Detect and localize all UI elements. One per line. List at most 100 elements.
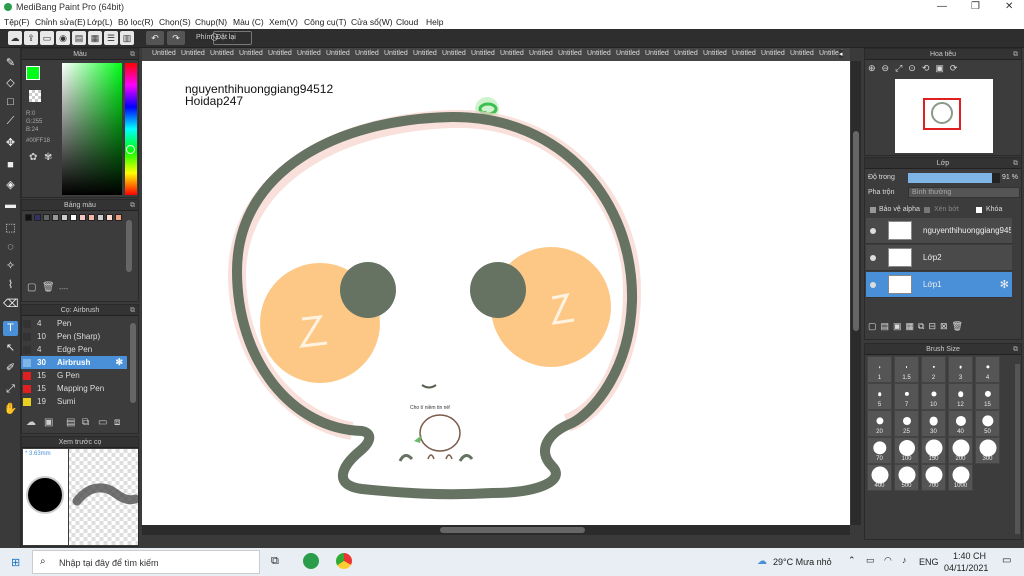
network-icon[interactable]: ▭	[866, 555, 875, 566]
brush-size-cell[interactable]: 70	[867, 437, 892, 464]
eyedropper-icon[interactable]: ⤢	[3, 382, 18, 397]
document-tab[interactable]: Untitled	[268, 50, 292, 57]
weather-text[interactable]: 29°C Mưa nhỏ	[773, 557, 832, 567]
rect-tool-icon[interactable]: □	[3, 95, 18, 110]
palette-swatch[interactable]	[106, 214, 113, 221]
select-eraser-icon[interactable]: ⌫	[3, 297, 19, 312]
brush-scrollbar[interactable]	[130, 323, 136, 403]
cloud-icon[interactable]: ☁	[8, 31, 22, 45]
palette-swatch[interactable]	[115, 214, 122, 221]
pen-tool-icon[interactable]: ⟋	[3, 114, 18, 129]
brush-size-cell[interactable]: 30	[921, 410, 946, 437]
brush-size-cell[interactable]: 40	[948, 410, 973, 437]
language-indicator[interactable]: ENG	[919, 557, 939, 567]
select-rect-icon[interactable]: ⬚	[3, 221, 18, 236]
maximize-button[interactable]: ❐	[971, 1, 980, 12]
palette-swatch[interactable]	[52, 214, 59, 221]
layer-item[interactable]: Lớp1 ✻	[866, 272, 1012, 298]
menu-tools[interactable]: Công cụ(T)	[304, 17, 347, 27]
delete-palette-icon[interactable]: 🗑	[42, 282, 55, 293]
layer-item[interactable]: nguyenthihuonggiang94512	[866, 218, 1012, 244]
canvas-hscrollbar[interactable]	[142, 525, 850, 535]
navigator-preview[interactable]	[895, 79, 993, 153]
brush-item[interactable]: 4 Pen	[21, 317, 127, 330]
menu-filter[interactable]: Bộ lọc(R)	[118, 17, 153, 27]
brush-copy-icon[interactable]: ⧉	[82, 417, 89, 428]
fill-rect-icon[interactable]: ■	[3, 158, 18, 173]
gear-icon[interactable]: ✻	[1000, 278, 1009, 291]
layer-actions[interactable]: ▢▤▣▦⧉⊟⊠🗑	[868, 321, 1018, 335]
reset-button[interactable]: ⃠Đặt lại	[213, 31, 252, 45]
brush-size-cell[interactable]: 12	[948, 383, 973, 410]
layout-icon[interactable]: ▥	[120, 31, 134, 45]
palette-scrollbar[interactable]	[126, 220, 132, 272]
palette-swatch[interactable]	[70, 214, 77, 221]
saturation-picker[interactable]	[62, 63, 122, 195]
chat-icon[interactable]: ◉	[56, 31, 70, 45]
menu-view[interactable]: Xem(V)	[269, 17, 298, 27]
panel-pin-icon[interactable]: ⧉	[1013, 158, 1018, 169]
visibility-icon[interactable]	[870, 228, 876, 234]
document-tab[interactable]: Untitled	[500, 50, 524, 57]
clock-date[interactable]: 04/11/2021	[944, 563, 988, 573]
menu-file[interactable]: Tệp(F)	[4, 17, 30, 27]
brush-size-cell[interactable]: 4	[975, 356, 1000, 383]
lasso-tool-icon[interactable]: ◌	[3, 240, 18, 255]
chrome-taskbar-icon[interactable]	[336, 553, 352, 569]
task-view-icon[interactable]: ⧉	[271, 555, 279, 568]
opacity-slider[interactable]	[908, 173, 1000, 183]
document-tab[interactable]: Untitled	[471, 50, 495, 57]
brush-item[interactable]: 15 Mapping Pen	[21, 382, 127, 395]
brush-item[interactable]: 15 G Pen	[21, 369, 127, 382]
canvas[interactable]: nguyenthihuonggiang94512 Hoidap247 Cho t…	[142, 61, 850, 525]
menu-window[interactable]: Cửa sổ(W)	[351, 17, 393, 27]
palette-swatch[interactable]	[61, 214, 68, 221]
new-palette-icon[interactable]: ▢	[27, 282, 36, 293]
tray-chevron-icon[interactable]: ⌃	[848, 555, 856, 566]
add-brush-icon[interactable]: ▣	[44, 417, 53, 428]
panel-pin-icon[interactable]: ⧉	[1013, 344, 1018, 355]
select-pen-icon[interactable]: ⌇	[3, 278, 18, 293]
hue-slider[interactable]	[125, 63, 137, 195]
minimize-button[interactable]: —	[937, 1, 947, 12]
palette-swatch[interactable]	[79, 214, 86, 221]
visibility-icon[interactable]	[870, 255, 876, 261]
alpha-protect-checkbox[interactable]	[870, 207, 876, 213]
wifi-icon[interactable]: ◠	[884, 555, 892, 566]
clock-time[interactable]: 1:40 CH	[953, 551, 986, 561]
menu-edit[interactable]: Chỉnh sửa(E)	[35, 17, 86, 27]
menu-layer[interactable]: Lớp(L)	[87, 17, 112, 27]
document-tab[interactable]: Untitled	[239, 50, 263, 57]
document-tab[interactable]: Untitled	[326, 50, 350, 57]
brush-item[interactable]: 10 Pen (Sharp)	[21, 330, 127, 343]
palette-icon[interactable]: ✿	[29, 152, 37, 163]
windows-start-icon[interactable]: ⊞	[11, 556, 20, 569]
document-tab[interactable]: Untitled	[384, 50, 408, 57]
upload-icon[interactable]: ⇪	[24, 31, 38, 45]
gear-icon[interactable]: ✻	[115, 357, 123, 368]
blend-mode-select[interactable]: Bình thường	[908, 187, 1020, 198]
gradient-tool-icon[interactable]: ▬	[3, 198, 18, 213]
palette-swatch[interactable]	[34, 214, 41, 221]
eraser-tool-icon[interactable]: ◇	[3, 76, 18, 91]
brush-size-cell[interactable]: 25	[894, 410, 919, 437]
brush-size-scrollbar[interactable]	[1015, 364, 1020, 534]
document-tab[interactable]: Untitled	[413, 50, 437, 57]
magic-wand-icon[interactable]: ✧	[3, 259, 18, 274]
brush-size-cell[interactable]: 1	[867, 356, 892, 383]
document-tab[interactable]: Untitled	[152, 50, 176, 57]
brush-tool-icon[interactable]: ✎	[3, 56, 18, 71]
document-tab[interactable]: Untitled	[181, 50, 205, 57]
brush-size-cell[interactable]: 150	[921, 437, 946, 464]
menu-help[interactable]: Help	[426, 17, 443, 27]
medibang-taskbar-icon[interactable]	[303, 553, 319, 569]
brush-size-cell[interactable]: 400	[867, 464, 892, 491]
document-tab[interactable]: Untitled	[732, 50, 756, 57]
text-tool-icon[interactable]: T	[3, 321, 18, 336]
brush-size-cell[interactable]: 500	[894, 464, 919, 491]
document-tab[interactable]: Untitled	[355, 50, 379, 57]
palette-swatch[interactable]	[88, 214, 95, 221]
document-tab[interactable]: Untitled	[703, 50, 727, 57]
clip-checkbox[interactable]	[924, 207, 930, 213]
brush-settings-icon[interactable]: ▤	[66, 417, 75, 428]
